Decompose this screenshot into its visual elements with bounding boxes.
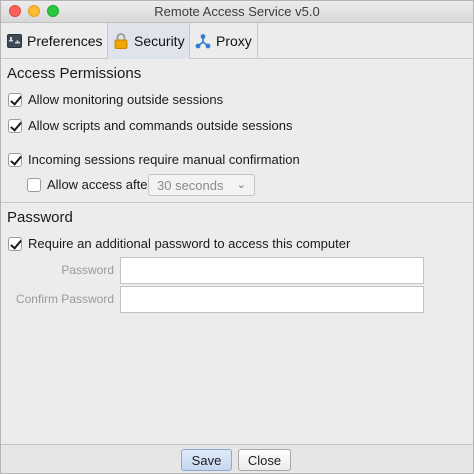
allow-access-after-label: Allow access after: [47, 177, 152, 192]
allow-scripts-option[interactable]: Allow scripts and commands outside sessi…: [8, 118, 292, 133]
require-password-option[interactable]: Require an additional password to access…: [8, 236, 350, 251]
tab-security-label: Security: [134, 33, 185, 49]
password-title: Password: [7, 209, 73, 226]
lock-icon: [112, 32, 130, 50]
access-delay-select[interactable]: 30 seconds ⌄: [148, 174, 255, 196]
tab-preferences[interactable]: Preferences: [1, 23, 108, 59]
access-delay-value: 30 seconds: [157, 177, 224, 193]
preferences-icon: [5, 32, 23, 50]
window-title: Remote Access Service v5.0: [154, 4, 320, 19]
allow-access-after-option[interactable]: Allow access after: [27, 177, 152, 192]
close-button[interactable]: Close: [238, 449, 291, 471]
allow-scripts-label: Allow scripts and commands outside sessi…: [28, 118, 293, 133]
manual-confirmation-checkbox[interactable]: [8, 152, 22, 167]
allow-scripts-checkbox[interactable]: [8, 118, 22, 133]
save-button[interactable]: Save: [181, 449, 232, 471]
tab-proxy-label: Proxy: [216, 33, 252, 49]
tab-proxy[interactable]: Proxy: [190, 23, 258, 59]
confirm-password-field[interactable]: [120, 286, 424, 313]
proxy-network-icon: [194, 32, 212, 50]
require-password-checkbox[interactable]: [8, 236, 22, 251]
manual-confirmation-label: Incoming sessions require manual confirm…: [28, 152, 300, 167]
password-field[interactable]: [120, 257, 424, 284]
button-bar: Save Close: [1, 444, 473, 473]
tab-security[interactable]: Security: [108, 23, 190, 59]
allow-monitoring-option[interactable]: Allow monitoring outside sessions: [8, 92, 223, 107]
allow-monitoring-checkbox[interactable]: [8, 92, 22, 107]
confirm-password-field-label: Confirm Password: [15, 292, 114, 306]
access-permissions-title: Access Permissions: [7, 65, 142, 82]
tab-bar: Preferences Security Proxy: [1, 23, 473, 59]
window: Remote Access Service v5.0 Preferences S…: [0, 0, 474, 474]
allow-monitoring-label: Allow monitoring outside sessions: [28, 92, 224, 107]
tab-preferences-label: Preferences: [27, 33, 103, 49]
manual-confirmation-option[interactable]: Incoming sessions require manual confirm…: [8, 152, 300, 167]
security-panel: Access Permissions Allow monitoring outs…: [1, 60, 473, 444]
title-bar: Remote Access Service v5.0: [1, 1, 473, 23]
section-divider: [1, 202, 473, 203]
require-password-label: Require an additional password to access…: [28, 236, 351, 251]
chevron-down-icon: ⌄: [236, 179, 246, 191]
allow-access-after-checkbox[interactable]: [27, 177, 41, 192]
password-field-label: Password: [61, 263, 114, 277]
